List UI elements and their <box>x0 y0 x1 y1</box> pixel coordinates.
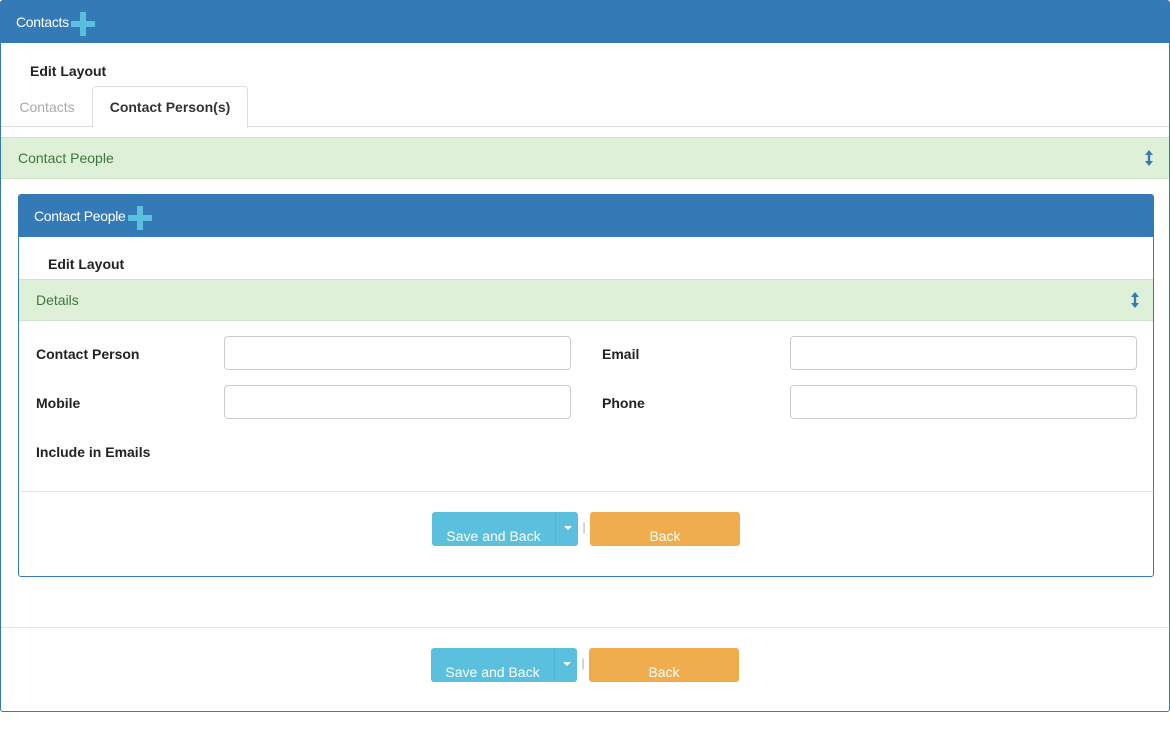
add-contact-person-plus-icon[interactable] <box>127 206 152 230</box>
mobile-input[interactable] <box>224 385 571 419</box>
footer-divider <box>1 627 1169 628</box>
button-separator: | <box>582 520 586 534</box>
contacts-panel: Contacts Edit Layout Contacts Contact Pe… <box>0 0 1170 712</box>
footer-button-group: Save and Back | Back <box>431 648 739 682</box>
contact-person-label: Contact Person <box>36 346 140 362</box>
subpanel-heading: Contact People <box>19 195 1153 237</box>
subpanel-footer-divider <box>19 491 1153 492</box>
panel-title: Contacts <box>16 14 69 30</box>
footer-save-and-back-button[interactable]: Save and Back <box>431 648 554 682</box>
contacts-panel-heading: Contacts <box>1 1 1169 43</box>
mobile-label: Mobile <box>36 395 81 411</box>
email-input[interactable] <box>790 336 1137 370</box>
phone-input[interactable] <box>790 385 1137 419</box>
tab-bar: Contacts Contact Person(s) <box>1 86 1169 128</box>
contact-people-subpanel: Contact People Edit Layout Details Conta… <box>18 194 1154 577</box>
back-button[interactable]: Back <box>590 512 740 546</box>
save-options-dropdown-toggle[interactable] <box>555 512 578 546</box>
details-title: Details <box>36 292 79 308</box>
subpanel-title: Contact People <box>34 208 126 224</box>
section-title: Contact People <box>18 150 114 166</box>
vertical-resize-icon[interactable] <box>1145 150 1153 166</box>
subpanel-edit-layout-link[interactable]: Edit Layout <box>48 256 124 272</box>
phone-label: Phone <box>602 395 645 411</box>
add-contact-plus-icon[interactable] <box>70 12 95 36</box>
email-label: Email <box>602 346 640 362</box>
contact-people-section-header[interactable]: Contact People <box>1 137 1169 179</box>
contact-person-input[interactable] <box>224 336 571 370</box>
tab-contact-persons[interactable]: Contact Person(s) <box>92 86 248 128</box>
vertical-resize-icon[interactable] <box>1131 292 1139 308</box>
footer-back-button[interactable]: Back <box>589 648 739 682</box>
subpanel-button-group: Save and Back | Back <box>432 512 740 546</box>
edit-layout-link[interactable]: Edit Layout <box>30 63 106 79</box>
save-and-back-button[interactable]: Save and Back <box>432 512 555 546</box>
footer-save-options-dropdown-toggle[interactable] <box>554 648 577 682</box>
details-section-header[interactable]: Details <box>19 279 1153 321</box>
tab-contacts[interactable]: Contacts <box>5 86 89 127</box>
include-in-emails-label: Include in Emails <box>36 444 151 460</box>
footer-button-separator: | <box>581 656 585 670</box>
